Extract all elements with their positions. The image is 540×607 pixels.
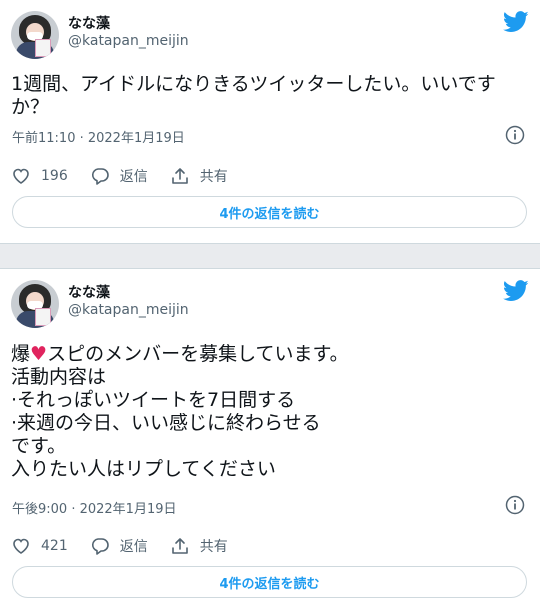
author-handle[interactable]: @katapan_meijin [68,302,189,318]
read-replies-button[interactable]: 4件の返信を読む [12,196,527,228]
info-icon[interactable] [505,125,525,145]
author-name[interactable]: なな藻 [68,282,110,302]
twitter-bird-icon[interactable] [503,280,529,302]
share-label: 共有 [199,169,228,185]
reply-icon [91,168,109,185]
read-replies-button[interactable]: 4件の返信を読む [12,566,527,598]
tweet-timestamp[interactable]: 午後9:00 · 2022年1月19日 [12,498,177,517]
share-button[interactable]: 共有 [170,166,228,186]
avatar[interactable] [11,11,59,59]
heart-icon [13,538,29,554]
tweet-text: 爆♥スピのメンバーを募集しています。 活動内容は ·それっぽいツイートを7日間す… [11,343,529,481]
author-name[interactable]: なな藻 [68,13,110,33]
reply-label: 返信 [119,539,148,555]
reply-icon [91,538,109,555]
tweet-card: なな藻 @katapan_meijin 爆♥スピのメンバーを募集しています。 活… [0,268,540,607]
share-icon [171,168,188,184]
heart-emoji-icon: ♥ [30,343,48,365]
author-handle[interactable]: @katapan_meijin [68,33,189,49]
share-label: 共有 [199,539,228,555]
tweet-actions: 421 返信 共有 [11,535,529,557]
heart-icon [13,168,29,184]
avatar[interactable] [11,280,59,328]
twitter-bird-icon[interactable] [503,11,529,33]
tweet-card: なな藻 @katapan_meijin 1週間、アイドルになりきるツイッターした… [0,0,540,244]
reply-button[interactable]: 返信 [90,536,148,556]
like-count: 421 [41,538,68,554]
tweet-text-start: 爆 [11,343,31,365]
like-button[interactable]: 196 [11,166,68,186]
tweet-text-rest: スピのメンバーを募集しています。 活動内容は ·それっぽいツイートを7日間する … [11,343,349,480]
info-icon[interactable] [505,495,525,515]
like-count: 196 [41,168,68,184]
share-icon [171,538,188,554]
tweet-text: 1週間、アイドルになりきるツイッターしたい。いいですか？ [11,73,496,118]
reply-label: 返信 [119,169,148,185]
share-button[interactable]: 共有 [170,536,228,556]
like-button[interactable]: 421 [11,536,68,556]
tweet-actions: 196 返信 共有 [11,165,529,187]
reply-button[interactable]: 返信 [90,166,148,186]
tweet-timestamp[interactable]: 午前11:10 · 2022年1月19日 [12,127,185,146]
